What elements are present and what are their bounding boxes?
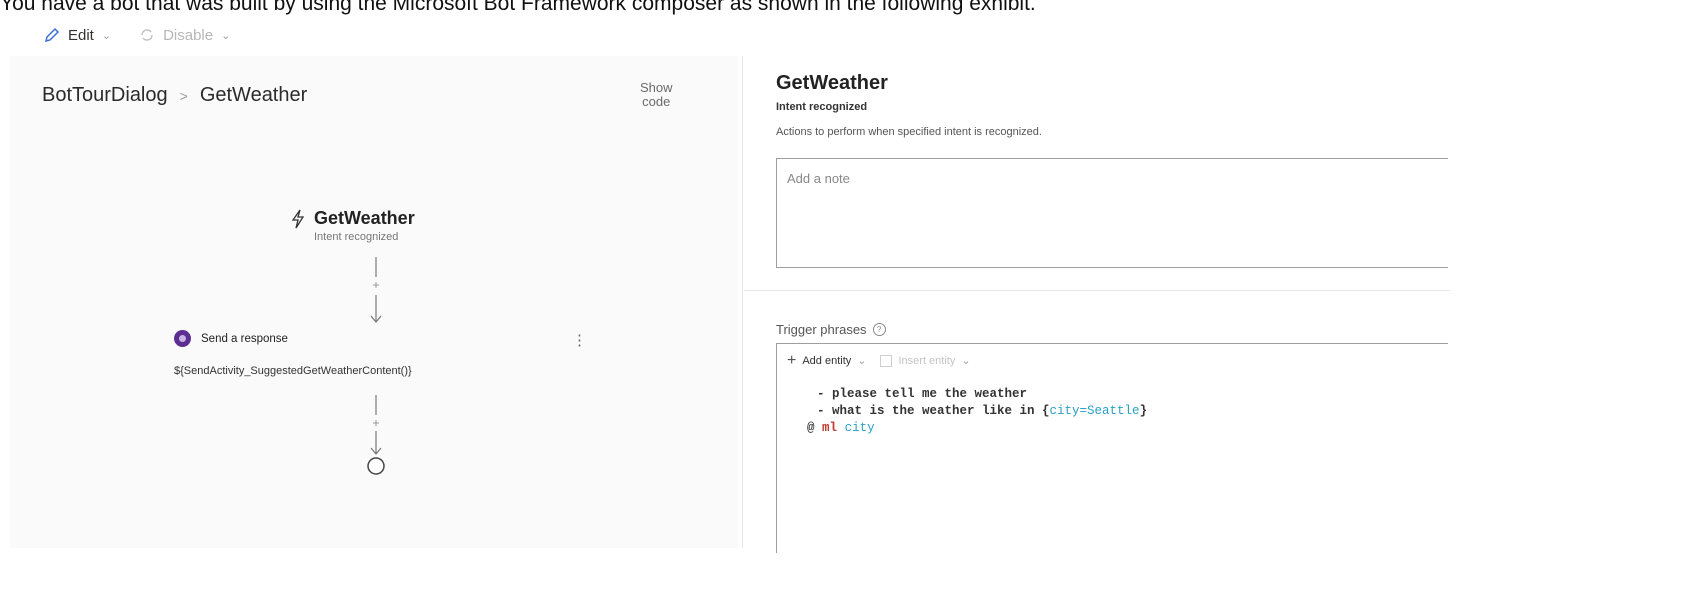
panel-subtitle: Intent recognized [776,101,868,113]
panel-title: GetWeather [776,72,888,94]
edit-button[interactable]: Edit ⌄ [44,27,111,44]
entity-type: ml [822,421,838,435]
phrases-code[interactable]: - please tell me the weather - what is th… [807,386,1148,437]
trigger-phrases-label: Trigger phrases ? [776,322,886,337]
section-divider [744,290,1450,291]
add-entity-button[interactable]: + Add entity ⌄ [787,351,867,369]
chevron-down-icon: ⌄ [961,355,971,367]
panel-description: Actions to perform when specified intent… [776,126,1042,138]
info-icon[interactable]: ? [872,323,886,336]
disable-label: Disable [163,26,214,44]
trigger-subtitle: Intent recognized [314,231,399,243]
action-title: Send a response [201,332,288,345]
edit-label: Edit [68,26,94,44]
breadcrumb-root[interactable]: BotTourDialog [42,84,168,107]
phrase-line: - what is the weather like in {city=Seat… [817,404,1148,418]
toolbar: Edit ⌄ Disable ⌄ [44,22,230,48]
trigger-title: GetWeather [314,208,415,228]
chevron-down-icon: ⌄ [101,29,112,42]
breadcrumb-separator-icon: > [179,87,188,104]
trigger-phrases-editor[interactable]: + Add entity ⌄ Insert entity ⌄ - please … [776,343,1448,553]
entity-name: city [844,421,875,435]
entity-definition-line: @ ml city [807,421,875,435]
refresh-icon [141,29,153,41]
show-code-button[interactable]: Show code [640,81,673,109]
end-node-icon [367,457,385,475]
disable-button[interactable]: Disable ⌄ [139,27,230,44]
entity-reference: city=Seattle [1049,404,1140,418]
phrase-line: - please tell me the weather [817,387,1028,401]
plus-icon: + [787,351,797,369]
insert-entity-button[interactable]: Insert entity ⌄ [880,354,971,367]
note-placeholder: Add a note [787,171,850,186]
editor-toolbar: + Add entity ⌄ Insert entity ⌄ [787,351,971,369]
action-body: ${SendActivity_SuggestedGetWeatherConten… [174,365,412,377]
chevron-down-icon: ⌄ [221,29,231,42]
lightning-icon [291,209,305,228]
note-field[interactable]: Add a note [776,158,1448,268]
insert-entity-icon [880,354,893,367]
breadcrumb: BotTourDialog > GetWeather [42,84,307,107]
pencil-icon [44,27,60,43]
trigger-node[interactable]: GetWeather Intent recognized [290,208,490,243]
question-text: You have a bot that was built by using t… [0,0,1036,15]
send-response-node[interactable]: Send a response ${SendActivity_Suggested… [174,330,594,377]
chevron-down-icon: ⌄ [857,355,867,367]
pane-divider [742,56,743,548]
more-options-icon[interactable]: ⋮ [572,331,587,349]
chat-bubble-icon [174,330,191,347]
breadcrumb-current: GetWeather [199,84,308,106]
